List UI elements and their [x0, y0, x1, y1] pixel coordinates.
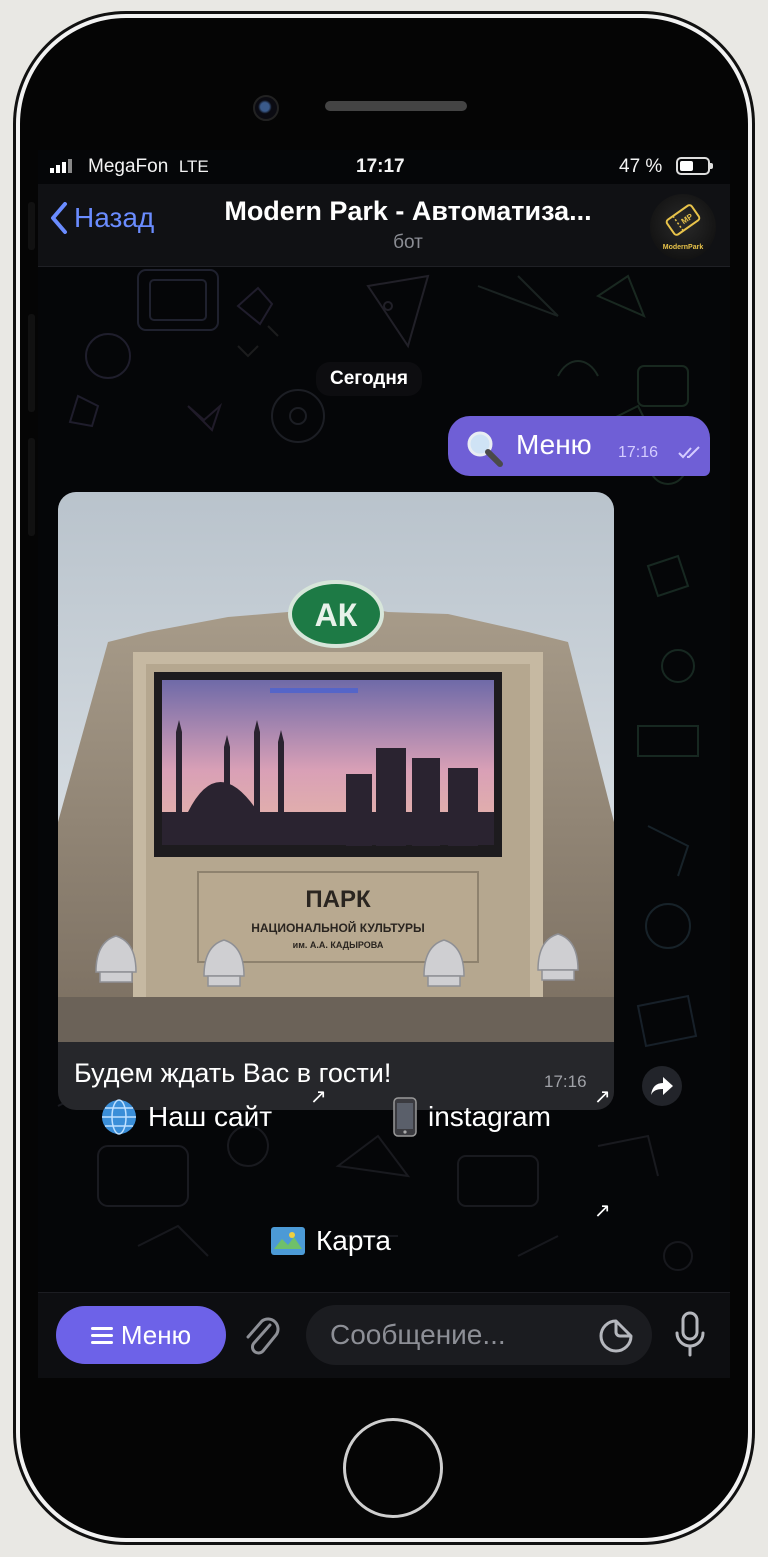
mute-switch: [28, 202, 35, 250]
sign-line-3: им. А.А. КАДЫРОВА: [293, 940, 384, 950]
outgoing-message-text: Меню: [516, 429, 592, 460]
sticker-icon[interactable]: [598, 1318, 634, 1354]
inline-button-instagram[interactable]: instagram ↗: [392, 1086, 682, 1148]
carrier-label: MegaFon LTE: [88, 156, 209, 177]
message-composer: Меню: [38, 1292, 730, 1378]
sign-line-2: НАЦИОНАЛЬНОЙ КУЛЬТУРЫ: [251, 920, 425, 935]
double-check-icon: [678, 446, 700, 459]
ticket-icon: MP: [665, 204, 701, 236]
back-label: Назад: [74, 202, 155, 233]
inline-button-map[interactable]: Карта ↗: [270, 1200, 611, 1272]
chat-header: Назад Modern Park - Автоматиза... бот MP…: [38, 184, 730, 267]
avatar-logo-text: ModernPark: [662, 244, 704, 251]
inline-button-map-label: Карта: [316, 1225, 391, 1256]
map-icon: [271, 1227, 305, 1255]
home-button[interactable]: [343, 1418, 443, 1518]
photo-caption: Будем ждать Вас в гости!: [74, 1058, 392, 1088]
park-entrance-photo[interactable]: ПАРК НАЦИОНАЛЬНОЙ КУЛЬТУРЫ им. А.А. КАДЫ…: [58, 492, 614, 1042]
external-link-icon: ↗: [310, 1086, 327, 1108]
paperclip-icon[interactable]: [242, 1313, 282, 1359]
bot-avatar[interactable]: MP ModernPark: [650, 194, 716, 260]
phone-icon: [393, 1097, 417, 1137]
magnifier-icon: [467, 431, 503, 467]
chat-subtitle: бот: [393, 232, 423, 253]
earpiece-speaker: [325, 101, 467, 111]
inline-button-site-label: Наш сайт: [148, 1101, 273, 1132]
outgoing-message[interactable]: Меню 17:16: [448, 416, 710, 476]
menu-icon: [90, 1323, 113, 1348]
inline-button-instagram-label: instagram: [428, 1101, 551, 1132]
outgoing-message-time: 17:16: [618, 444, 659, 461]
volume-down-button: [28, 438, 35, 536]
bot-menu-button[interactable]: Меню: [56, 1306, 226, 1364]
chat-area[interactable]: Сегодня Меню 17:16 ПАРК НАЦИОНАЛЬНОЙ КУЛ…: [38, 266, 730, 1292]
back-button[interactable]: Назад: [50, 202, 154, 234]
clock: 17:17: [356, 156, 405, 177]
inline-button-site[interactable]: Наш сайт ↗: [100, 1086, 350, 1148]
incoming-photo-message[interactable]: ПАРК НАЦИОНАЛЬНОЙ КУЛЬТУРЫ им. А.А. КАДЫ…: [58, 492, 614, 1110]
date-separator: Сегодня: [316, 362, 422, 396]
signal-icon: [50, 159, 72, 173]
external-link-icon: ↗: [594, 1086, 611, 1108]
microphone-icon[interactable]: [674, 1311, 706, 1359]
chat-title[interactable]: Modern Park - Автоматиза...: [188, 196, 628, 227]
battery-icon: [676, 157, 713, 175]
battery-percent: 47 %: [619, 156, 663, 177]
front-camera: [253, 95, 279, 121]
status-bar: MegaFon LTE 17:17 47 %: [38, 150, 730, 184]
external-link-icon: ↗: [594, 1200, 611, 1222]
bot-menu-label: Меню: [120, 1319, 192, 1350]
park-logo-text: АК: [315, 597, 358, 633]
globe-icon: [102, 1099, 136, 1135]
volume-up-button: [28, 314, 35, 412]
phone-screen: MegaFon LTE 17:17 47 % Назад Modern Park…: [38, 150, 730, 1378]
chevron-left-icon: [51, 202, 67, 234]
sign-line-1: ПАРК: [305, 886, 371, 913]
